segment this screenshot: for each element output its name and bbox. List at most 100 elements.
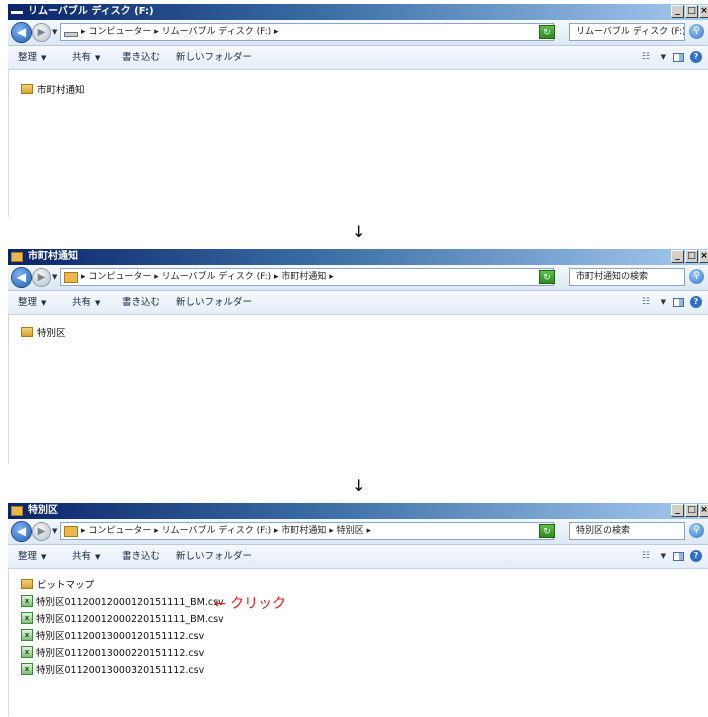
preview-pane-icon[interactable] bbox=[673, 298, 684, 307]
address-field[interactable]: ▸ コンピューター ▸ リムーバブル ディスク (F:) ▸ 市町村通知 ▸ 特… bbox=[60, 522, 554, 540]
flow-arrow: ↓ bbox=[352, 222, 366, 241]
forward-button[interactable]: ▶ bbox=[33, 24, 50, 41]
csv-file-icon: x bbox=[21, 595, 33, 607]
organize-menu[interactable]: 整理 ▼ bbox=[18, 545, 46, 569]
window-controls: _ □ × bbox=[671, 5, 708, 18]
title-bar[interactable]: 市町村通知 _ □ × bbox=[8, 249, 708, 265]
window-title: 市町村通知 bbox=[28, 251, 78, 262]
csv-file-icon: x bbox=[21, 663, 33, 675]
address-path: ▸ コンピューター ▸ リムーバブル ディスク (F:) ▸ 市町村通知 ▸ 特… bbox=[81, 526, 372, 536]
folder-icon bbox=[64, 272, 78, 283]
title-bar[interactable]: リムーバブル ディスク (F:) _ □ × bbox=[8, 4, 708, 20]
minimize-button[interactable]: _ bbox=[671, 504, 684, 517]
address-path: ▸ コンピューター ▸ リムーバブル ディスク (F:) ▸ 市町村通知 ▸ bbox=[81, 272, 334, 282]
view-options-icon[interactable]: ☷ bbox=[642, 545, 650, 568]
item-label: 特別区01120013000320151112.csv bbox=[36, 665, 205, 676]
address-bar: ◀ ▶ ▼ ▸ コンピューター ▸ リムーバブル ディスク (F:) ▸ ▼ ↻… bbox=[8, 20, 708, 46]
list-item[interactable]: 特別区 bbox=[21, 325, 66, 339]
new-folder-button[interactable]: 新しいフォルダー bbox=[176, 46, 252, 69]
search-input[interactable]: 特別区の検索 bbox=[569, 522, 685, 540]
list-item[interactable]: x 特別区01120012000220151111_BM.csv bbox=[21, 611, 224, 625]
share-menu[interactable]: 共有 ▼ bbox=[72, 291, 100, 315]
csv-file-icon: x bbox=[21, 646, 33, 658]
address-path: ▸ コンピューター ▸ リムーバブル ディスク (F:) ▸ bbox=[81, 27, 279, 37]
recent-pages-dropdown[interactable]: ▼ bbox=[52, 28, 57, 37]
help-icon[interactable]: ? bbox=[690, 550, 702, 562]
maximize-button[interactable]: □ bbox=[685, 250, 698, 263]
list-item[interactable]: x 特別区01120012000120151111_BM.csv bbox=[21, 594, 224, 608]
new-folder-button[interactable]: 新しいフォルダー bbox=[176, 291, 252, 314]
list-item[interactable]: ビットマップ bbox=[21, 577, 94, 591]
folder-icon bbox=[21, 327, 33, 337]
help-icon[interactable]: ? bbox=[690, 296, 702, 308]
command-bar: 整理 ▼ 共有 ▼ 書き込む 新しいフォルダー ☷ ▼ ? bbox=[8, 291, 708, 315]
folder-icon bbox=[21, 84, 33, 94]
refresh-button[interactable]: ↻ bbox=[539, 270, 555, 284]
maximize-button[interactable]: □ bbox=[685, 504, 698, 517]
new-folder-button[interactable]: 新しいフォルダー bbox=[176, 545, 252, 568]
refresh-button[interactable]: ↻ bbox=[539, 524, 555, 538]
file-list: 特別区 bbox=[8, 315, 708, 464]
search-icon[interactable]: ⚲ bbox=[689, 269, 704, 284]
back-button[interactable]: ◀ bbox=[12, 23, 31, 42]
item-label: 特別区01120012000220151111_BM.csv bbox=[36, 614, 224, 625]
maximize-button[interactable]: □ bbox=[685, 5, 698, 18]
burn-button[interactable]: 書き込む bbox=[122, 46, 160, 69]
forward-button[interactable]: ▶ bbox=[33, 269, 50, 286]
burn-button[interactable]: 書き込む bbox=[122, 291, 160, 314]
share-menu[interactable]: 共有 ▼ bbox=[72, 545, 100, 569]
address-field[interactable]: ▸ コンピューター ▸ リムーバブル ディスク (F:) ▸ 市町村通知 ▸ ▼ bbox=[60, 268, 554, 286]
file-list: ビットマップ x 特別区01120012000120151111_BM.csv … bbox=[8, 569, 708, 716]
address-field[interactable]: ▸ コンピューター ▸ リムーバブル ディスク (F:) ▸ ▼ bbox=[60, 23, 554, 41]
explorer-window-municipal-notice: 市町村通知 _ □ × ◀ ▶ ▼ ▸ コンピューター ▸ リムーバブル ディス… bbox=[8, 249, 708, 464]
list-item[interactable]: x 特別区01120013000320151112.csv bbox=[21, 662, 204, 676]
window-title: リムーバブル ディスク (F:) bbox=[28, 6, 154, 17]
view-options-dropdown-icon[interactable]: ▼ bbox=[661, 46, 666, 69]
close-button[interactable]: × bbox=[699, 504, 708, 517]
folder-icon bbox=[21, 579, 33, 589]
view-options-icon[interactable]: ☷ bbox=[642, 46, 650, 69]
explorer-window-removable-disk: リムーバブル ディスク (F:) _ □ × ◀ ▶ ▼ ▸ コンピューター ▸… bbox=[8, 4, 708, 217]
preview-pane-icon[interactable] bbox=[673, 552, 684, 561]
list-item[interactable]: 市町村通知 bbox=[21, 82, 85, 96]
close-button[interactable]: × bbox=[699, 5, 708, 18]
search-input[interactable]: リムーバブル ディスク (F:)… bbox=[569, 23, 685, 41]
back-button[interactable]: ◀ bbox=[12, 268, 31, 287]
minimize-button[interactable]: _ bbox=[671, 5, 684, 18]
view-options-dropdown-icon[interactable]: ▼ bbox=[661, 545, 666, 568]
preview-pane-icon[interactable] bbox=[673, 53, 684, 62]
recent-pages-dropdown[interactable]: ▼ bbox=[52, 273, 57, 282]
refresh-button[interactable]: ↻ bbox=[539, 25, 555, 39]
item-label: 特別区01120012000120151111_BM.csv bbox=[36, 597, 224, 608]
explorer-window-special-ward: 特別区 _ □ × ◀ ▶ ▼ ▸ コンピューター ▸ リムーバブル ディスク … bbox=[8, 503, 708, 716]
recent-pages-dropdown[interactable]: ▼ bbox=[52, 527, 57, 536]
search-icon[interactable]: ⚲ bbox=[689, 24, 704, 39]
view-options-dropdown-icon[interactable]: ▼ bbox=[661, 291, 666, 314]
organize-menu[interactable]: 整理 ▼ bbox=[18, 291, 46, 315]
item-label: 特別区01120013000220151112.csv bbox=[36, 648, 205, 659]
click-annotation: ← クリック bbox=[214, 596, 287, 612]
search-input[interactable]: 市町村通知の検索 bbox=[569, 268, 685, 286]
drive-icon bbox=[11, 11, 23, 14]
share-menu[interactable]: 共有 ▼ bbox=[72, 46, 100, 70]
item-label: ビットマップ bbox=[37, 580, 95, 591]
burn-button[interactable]: 書き込む bbox=[122, 545, 160, 568]
list-item[interactable]: x 特別区01120013000120151112.csv bbox=[21, 628, 204, 642]
forward-button[interactable]: ▶ bbox=[33, 523, 50, 540]
folder-icon bbox=[11, 506, 23, 516]
minimize-button[interactable]: _ bbox=[671, 250, 684, 263]
command-bar: 整理 ▼ 共有 ▼ 書き込む 新しいフォルダー ☷ ▼ ? bbox=[8, 46, 708, 70]
list-item[interactable]: x 特別区01120013000220151112.csv bbox=[21, 645, 204, 659]
window-controls: _ □ × bbox=[671, 504, 708, 517]
address-bar: ◀ ▶ ▼ ▸ コンピューター ▸ リムーバブル ディスク (F:) ▸ 市町村… bbox=[8, 265, 708, 291]
close-button[interactable]: × bbox=[699, 250, 708, 263]
file-list: 市町村通知 bbox=[8, 70, 708, 217]
search-icon[interactable]: ⚲ bbox=[689, 523, 704, 538]
drive-icon bbox=[64, 32, 78, 37]
organize-menu[interactable]: 整理 ▼ bbox=[18, 46, 46, 70]
title-bar[interactable]: 特別区 _ □ × bbox=[8, 503, 708, 519]
item-label: 特別区 bbox=[37, 328, 66, 339]
back-button[interactable]: ◀ bbox=[12, 522, 31, 541]
help-icon[interactable]: ? bbox=[690, 51, 702, 63]
view-options-icon[interactable]: ☷ bbox=[642, 291, 650, 314]
